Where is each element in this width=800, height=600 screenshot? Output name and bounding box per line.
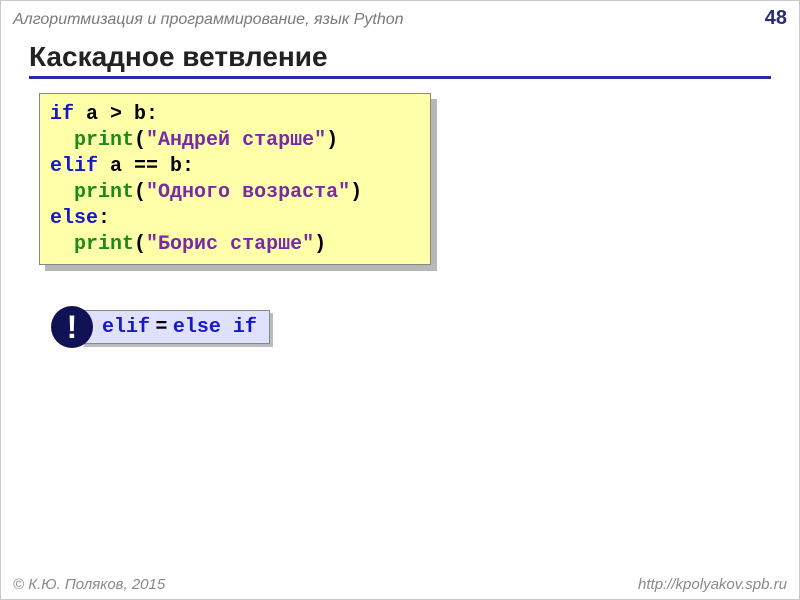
note-box: elif = else if: [81, 310, 270, 344]
fn-print-1: print: [74, 129, 134, 152]
indent: [50, 181, 74, 204]
footer-url: http://kpolyakov.spb.ru: [638, 576, 787, 593]
slide-footer: © К.Ю. Поляков, 2015 http://kpolyakov.sp…: [13, 576, 787, 593]
indent: [50, 233, 74, 256]
paren-close: ): [314, 233, 326, 256]
code-content: if a > b: print("Андрей старше") elif a …: [39, 93, 431, 265]
fn-print-3: print: [74, 233, 134, 256]
keyword-else: else: [50, 207, 98, 230]
str-1: "Андрей старше": [146, 129, 326, 152]
str-2: "Одного возраста": [146, 181, 350, 204]
subject-text: Алгоритмизация и программирование, язык …: [13, 11, 404, 29]
keyword-if: if: [50, 103, 74, 126]
paren-open: (: [134, 129, 146, 152]
slide: Алгоритмизация и программирование, язык …: [0, 0, 800, 600]
code-block: if a > b: print("Андрей старше") elif a …: [39, 93, 431, 265]
str-3: "Борис старше": [146, 233, 314, 256]
exclamation-icon: !: [51, 306, 93, 348]
keyword-elif: elif: [50, 155, 98, 178]
paren-open: (: [134, 181, 146, 204]
slide-title: Каскадное ветвление: [29, 41, 771, 79]
note: ! elif = else if: [51, 306, 270, 348]
cond-1: a > b:: [74, 103, 158, 126]
paren-close: ): [326, 129, 338, 152]
note-elif: elif: [102, 316, 150, 339]
slide-header: Алгоритмизация и программирование, язык …: [13, 7, 787, 30]
fn-print-2: print: [74, 181, 134, 204]
indent: [50, 129, 74, 152]
colon: :: [98, 207, 110, 230]
page-number: 48: [765, 7, 787, 30]
author-text: © К.Ю. Поляков, 2015: [13, 576, 165, 593]
paren-open: (: [134, 233, 146, 256]
cond-2: a == b:: [98, 155, 194, 178]
paren-close: ): [350, 181, 362, 204]
note-elseif: else if: [173, 316, 257, 339]
note-eq: =: [150, 315, 173, 337]
